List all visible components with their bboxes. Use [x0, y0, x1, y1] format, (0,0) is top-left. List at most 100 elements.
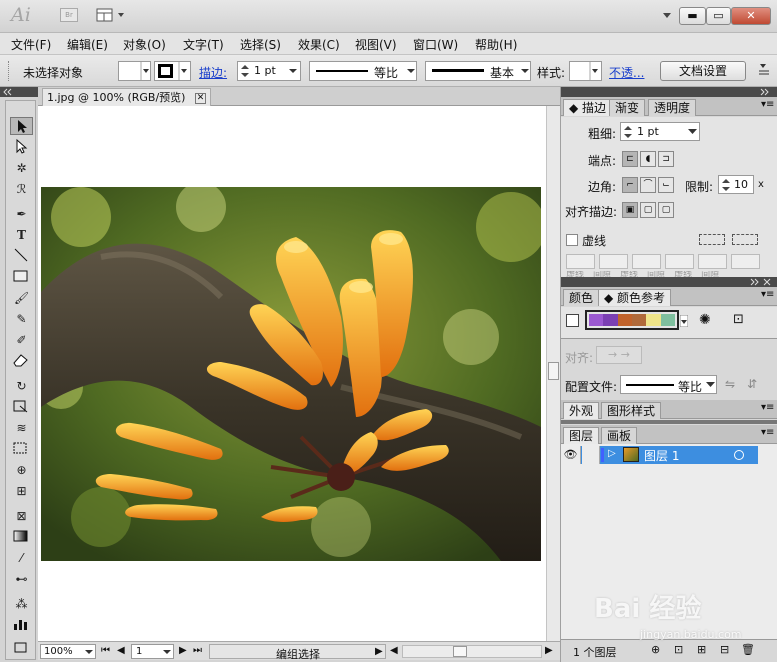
align-center-icon[interactable]: ▣: [622, 202, 638, 218]
menu-effect[interactable]: 效果(C): [298, 36, 340, 53]
color-panel-header[interactable]: [561, 277, 777, 287]
stroke-weight-field[interactable]: 1 pt: [237, 61, 301, 81]
symbol-sprayer-tool-icon[interactable]: ⁂: [10, 595, 33, 613]
menu-select[interactable]: 选择(S): [240, 36, 281, 53]
layer-name[interactable]: 图层 1: [644, 447, 679, 464]
vertical-scroll-thumb[interactable]: [548, 362, 559, 380]
flip-along-icon[interactable]: ⇋: [725, 377, 735, 391]
stroke-panel-header[interactable]: [561, 87, 777, 97]
line-tool-icon[interactable]: [10, 247, 33, 265]
flip-across-icon[interactable]: ⇵: [747, 377, 757, 391]
free-transform-tool-icon[interactable]: [10, 440, 33, 458]
type-tool-icon[interactable]: T: [10, 226, 33, 244]
stroke-panel-menu-icon[interactable]: ▾≡: [761, 99, 774, 110]
butt-cap-icon[interactable]: ⊏: [622, 151, 638, 167]
restore-button[interactable]: ▭: [706, 7, 731, 25]
control-bar-menu-icon[interactable]: [758, 63, 770, 77]
menu-object[interactable]: 对象(O): [123, 36, 166, 53]
tab-artboards[interactable]: 画板: [601, 427, 638, 444]
harmony-swatches[interactable]: [585, 310, 679, 330]
blob-brush-tool-icon[interactable]: ✐: [10, 331, 33, 349]
pencil-tool-icon[interactable]: ✎: [10, 310, 33, 328]
dash-field-2[interactable]: [632, 254, 661, 269]
stroke-swatch[interactable]: [154, 61, 191, 81]
bridge-button[interactable]: Br: [60, 8, 78, 22]
tab-gradient[interactable]: 渐变: [609, 99, 646, 116]
gap-field-3[interactable]: [731, 254, 760, 269]
color-panel-menu-icon[interactable]: ▾≡: [761, 289, 774, 300]
selection-tool-icon[interactable]: [10, 117, 33, 135]
gap-field-2[interactable]: [665, 254, 694, 269]
weight-field[interactable]: 1 pt: [620, 122, 700, 141]
zoom-select[interactable]: 100%: [40, 644, 96, 659]
next-artboard-icon[interactable]: ▶: [179, 645, 187, 656]
layers-panel-header[interactable]: [561, 420, 777, 424]
make-clipping-mask-icon[interactable]: ⊡: [674, 643, 683, 656]
tab-color-guide[interactable]: ◆ 颜色参考: [598, 289, 672, 306]
placed-flower-photo[interactable]: [41, 187, 541, 561]
round-join-icon[interactable]: ⌒: [640, 177, 656, 193]
arrow-align-buttons[interactable]: → →: [596, 346, 642, 364]
arrange-documents-button[interactable]: [96, 8, 128, 23]
perspective-grid-tool-icon[interactable]: ⊞: [10, 482, 33, 500]
direct-selection-tool-icon[interactable]: [10, 138, 33, 156]
menu-edit[interactable]: 编辑(E): [67, 36, 108, 53]
round-cap-icon[interactable]: ◖: [640, 151, 656, 167]
rotate-tool-icon[interactable]: ↻: [10, 377, 33, 395]
dash-align-corners-icon[interactable]: [732, 234, 758, 245]
gap-field-1[interactable]: [599, 254, 628, 269]
canvas-horizontal-scrollbar[interactable]: [402, 645, 542, 658]
menu-view[interactable]: 视图(V): [355, 36, 397, 53]
delete-layer-icon[interactable]: 🗑: [741, 643, 755, 656]
control-bar-grip[interactable]: [8, 61, 11, 81]
artboard-tool-icon[interactable]: [10, 639, 33, 657]
layer-visibility-eye-icon[interactable]: 👁: [561, 446, 581, 464]
eyedropper-tool-icon[interactable]: ⁄: [10, 549, 33, 567]
scroll-right-icon[interactable]: ▶: [545, 645, 553, 656]
layers-panel-menu-icon[interactable]: ▾≡: [761, 427, 774, 438]
lasso-tool-icon[interactable]: ℛ: [10, 180, 33, 198]
close-document-icon[interactable]: ✕: [194, 92, 206, 104]
align-outside-icon[interactable]: ▢: [658, 202, 674, 218]
rectangle-tool-icon[interactable]: [10, 268, 33, 286]
canvas-vertical-scrollbar[interactable]: [546, 106, 560, 641]
save-color-group-icon[interactable]: ⊡: [733, 312, 744, 327]
tab-layers[interactable]: 图层: [563, 427, 600, 444]
tab-graphic-styles[interactable]: 图形样式: [601, 402, 662, 419]
appearance-panel-menu-icon[interactable]: ▾≡: [761, 402, 774, 413]
miter-join-icon[interactable]: ⌐: [622, 177, 638, 193]
tab-appearance[interactable]: 外观: [563, 402, 600, 419]
dashed-line-checkbox[interactable]: [566, 234, 578, 246]
close-button[interactable]: ✕: [731, 7, 771, 25]
opacity-link[interactable]: 不透...: [609, 64, 644, 81]
layer-row[interactable]: 👁 ▷ 图层 1: [561, 446, 777, 464]
new-layer-icon[interactable]: ⊟: [720, 643, 729, 656]
limit-field[interactable]: 10: [718, 175, 754, 194]
base-color-swatch[interactable]: [566, 314, 579, 327]
column-graph-tool-icon[interactable]: [10, 616, 33, 634]
blend-tool-icon[interactable]: ⊷: [10, 570, 33, 588]
artboard-number-field[interactable]: 1: [131, 644, 174, 659]
paintbrush-tool-icon[interactable]: 🖌: [10, 289, 33, 307]
color-wheel-icon[interactable]: ✺: [699, 312, 711, 328]
align-inside-icon[interactable]: ▢: [640, 202, 656, 218]
dash-field-1[interactable]: [566, 254, 595, 269]
document-tab[interactable]: 1.jpg @ 100% (RGB/预览) ✕: [42, 88, 211, 106]
graphic-style-picker[interactable]: [569, 61, 602, 81]
status-menu-arrow-icon[interactable]: ▶: [375, 646, 383, 657]
variable-width-profile-select[interactable]: 等比: [309, 61, 417, 81]
stroke-link[interactable]: 描边:: [199, 64, 227, 81]
new-sublayer-icon[interactable]: ⊞: [697, 643, 706, 656]
warp-tool-icon[interactable]: ≋: [10, 419, 33, 437]
workspace-chevron-icon[interactable]: [662, 12, 672, 20]
tab-color[interactable]: 颜色: [563, 289, 600, 306]
eraser-tool-icon[interactable]: [10, 352, 33, 370]
minimize-button[interactable]: ▬: [679, 7, 706, 25]
brush-definition-select[interactable]: 基本: [425, 61, 531, 81]
locate-object-icon[interactable]: ⊕: [651, 643, 660, 656]
menu-file[interactable]: 文件(F): [11, 36, 51, 53]
horizontal-scroll-thumb[interactable]: [453, 646, 467, 657]
layer-expand-icon[interactable]: ▷: [608, 448, 616, 459]
pen-tool-icon[interactable]: ✒: [10, 205, 33, 223]
menu-type[interactable]: 文字(T): [183, 36, 224, 53]
